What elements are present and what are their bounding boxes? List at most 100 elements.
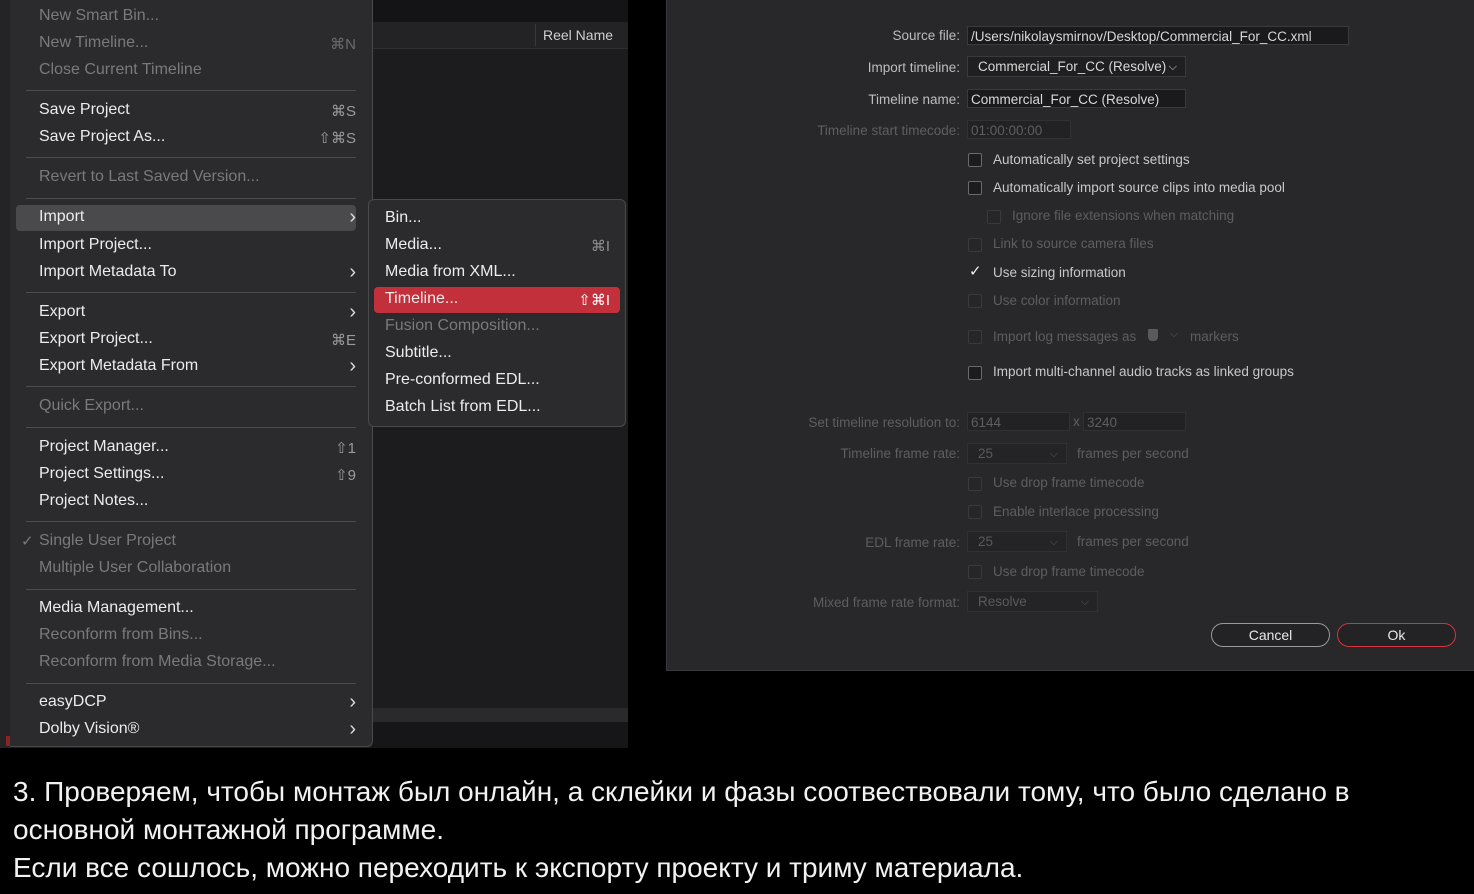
submenu-item-label: Pre-conformed EDL... [385, 371, 540, 388]
left-edge-panel [0, 0, 10, 748]
resolution-width-field[interactable]: 6144 [967, 412, 1070, 431]
multichannel-audio-label: Import multi-channel audio tracks as lin… [993, 364, 1294, 379]
menu-item-close-current-timeline[interactable]: Close Current Timeline [16, 58, 356, 84]
menu-separator [26, 386, 356, 387]
menu-item-shortcut: ⇧1 [335, 440, 356, 457]
use-color-checkbox[interactable] [968, 294, 982, 308]
submenu-item-media-from-xml[interactable]: Media from XML... [374, 260, 620, 286]
import-log-messages-checkbox[interactable] [968, 330, 982, 344]
link-camera-files-label: Link to source camera files [993, 236, 1154, 251]
file-menu: New Smart Bin... New Timeline... ⌘N Clos… [10, 0, 373, 747]
marker-color-icon[interactable] [1148, 329, 1158, 341]
submenu-item-label: Fusion Composition... [385, 317, 540, 334]
menu-separator [26, 198, 356, 199]
drop-frame-checkbox[interactable] [968, 477, 982, 491]
submenu-item-label: Media from XML... [385, 263, 516, 280]
cancel-button[interactable]: Cancel [1211, 623, 1330, 647]
import-submenu: Bin... Media... ⌘I Media from XML... Tim… [368, 199, 626, 427]
column-separator[interactable] [535, 24, 536, 46]
menu-item-import-metadata-to[interactable]: Import Metadata To › [16, 260, 356, 286]
menu-item-shortcut: ⇧⌘S [318, 130, 356, 147]
auto-import-clips-checkbox[interactable] [968, 181, 982, 195]
submenu-item-media[interactable]: Media... ⌘I [374, 233, 620, 259]
menu-separator [26, 521, 356, 522]
menu-item-revert[interactable]: Revert to Last Saved Version... [16, 165, 356, 191]
menu-item-label: Project Manager... [39, 438, 169, 455]
menu-item-reconform-from-media-storage[interactable]: Reconform from Media Storage... [16, 650, 356, 676]
submenu-item-subtitle[interactable]: Subtitle... [374, 341, 620, 367]
menu-item-label: Import [39, 208, 85, 225]
auto-set-project-settings-label: Automatically set project settings [993, 152, 1190, 167]
multichannel-audio-checkbox[interactable] [968, 366, 982, 380]
edl-fps-suffix: frames per second [1077, 534, 1189, 549]
edl-drop-frame-checkbox[interactable] [968, 565, 982, 579]
ok-button[interactable]: Ok [1337, 623, 1456, 647]
menu-separator [26, 427, 356, 428]
check-icon: ✓ [969, 263, 982, 280]
mixed-frame-rate-dropdown[interactable]: Resolve ⌵ [967, 591, 1098, 612]
menu-separator [26, 589, 356, 590]
media-pool-top-strip [372, 0, 628, 22]
menu-separator [26, 90, 356, 91]
resolution-height-field[interactable]: 3240 [1083, 412, 1186, 431]
chevron-down-icon[interactable]: ⌵ [1170, 328, 1178, 341]
interlace-checkbox[interactable] [968, 505, 982, 519]
menu-item-label: Project Notes... [39, 492, 149, 509]
submenu-item-label: Media... [385, 236, 442, 253]
timeline-name-field[interactable]: Commercial_For_CC (Resolve) [967, 89, 1186, 108]
menu-item-easydcp[interactable]: easyDCP › [16, 690, 356, 716]
markers-label: markers [1190, 329, 1239, 344]
media-pool-footer [372, 722, 628, 748]
ignore-extensions-label: Ignore file extensions when matching [1012, 208, 1235, 223]
import-timeline-dropdown[interactable]: Commercial_For_CC (Resolve) ⌵ [967, 56, 1186, 77]
menu-item-dolby-vision[interactable]: Dolby Vision® › [16, 717, 356, 743]
source-file-field[interactable]: /Users/nikolaysmirnov/Desktop/Commercial… [967, 26, 1349, 45]
chevron-down-icon: ⌵ [1049, 536, 1058, 548]
menu-item-save-project-as[interactable]: Save Project As... ⇧⌘S [16, 125, 356, 151]
menu-item-export-project[interactable]: Export Project... ⌘E [16, 327, 356, 353]
submenu-item-fusion-composition[interactable]: Fusion Composition... [374, 314, 620, 340]
timeline-frame-rate-label: Timeline frame rate: [840, 446, 960, 461]
timeline-frame-rate-dropdown[interactable]: 25 ⌵ [967, 443, 1067, 464]
menu-separator [26, 157, 356, 158]
menu-item-import-project[interactable]: Import Project... [16, 233, 356, 259]
menu-item-label: Revert to Last Saved Version... [39, 168, 260, 185]
menu-item-quick-export[interactable]: Quick Export... [16, 394, 356, 420]
menu-item-save-project[interactable]: Save Project ⌘S [16, 98, 356, 124]
auto-set-project-settings-checkbox[interactable] [968, 153, 982, 167]
start-timecode-field[interactable]: 01:00:00:00 [967, 120, 1071, 139]
menu-item-import[interactable]: Import › [16, 205, 356, 231]
menu-item-new-smart-bin[interactable]: New Smart Bin... [16, 4, 356, 30]
link-camera-files-checkbox[interactable] [968, 238, 982, 252]
menu-item-label: Multiple User Collaboration [39, 559, 232, 576]
menu-item-export[interactable]: Export › [16, 300, 356, 326]
menu-item-project-manager[interactable]: Project Manager... ⇧1 [16, 435, 356, 461]
menu-item-project-notes[interactable]: Project Notes... [16, 489, 356, 515]
menu-item-label: Export Metadata From [39, 357, 199, 374]
check-icon: ✓ [21, 533, 34, 550]
edl-frame-rate-dropdown[interactable]: 25 ⌵ [967, 531, 1067, 552]
menu-item-multiple-user-collaboration[interactable]: Multiple User Collaboration [16, 556, 356, 582]
menu-item-label: Reconform from Bins... [39, 626, 203, 643]
ignore-extensions-checkbox[interactable] [987, 210, 1001, 224]
reel-name-column-header[interactable]: Reel Name [543, 27, 613, 43]
start-timecode-label: Timeline start timecode: [817, 123, 960, 138]
menu-item-new-timeline[interactable]: New Timeline... ⌘N [16, 31, 356, 57]
menu-item-shortcut: ⌘S [330, 103, 356, 120]
media-pool-scrollbar[interactable] [372, 708, 628, 722]
submenu-item-timeline[interactable]: Timeline... ⇧⌘I [374, 287, 620, 313]
submenu-item-bin[interactable]: Bin... [374, 206, 620, 232]
menu-item-export-metadata-from[interactable]: Export Metadata From › [16, 354, 356, 380]
chevron-right-icon: › [349, 301, 356, 323]
menu-item-reconform-from-bins[interactable]: Reconform from Bins... [16, 623, 356, 649]
resolution-separator: x [1073, 414, 1080, 429]
menu-item-single-user-project[interactable]: ✓ Single User Project [16, 529, 356, 555]
use-sizing-checkbox[interactable]: ✓ [968, 263, 982, 280]
submenu-item-pre-conformed-edl[interactable]: Pre-conformed EDL... [374, 368, 620, 394]
chevron-right-icon: › [349, 355, 356, 377]
caption-text: 3. Проверяем, чтобы монтаж был онлайн, а… [13, 773, 1463, 887]
menu-item-media-management[interactable]: Media Management... [16, 596, 356, 622]
submenu-item-batch-list-from-edl[interactable]: Batch List from EDL... [374, 395, 620, 421]
menu-item-project-settings[interactable]: Project Settings... ⇧9 [16, 462, 356, 488]
menu-item-label: Quick Export... [39, 397, 144, 414]
